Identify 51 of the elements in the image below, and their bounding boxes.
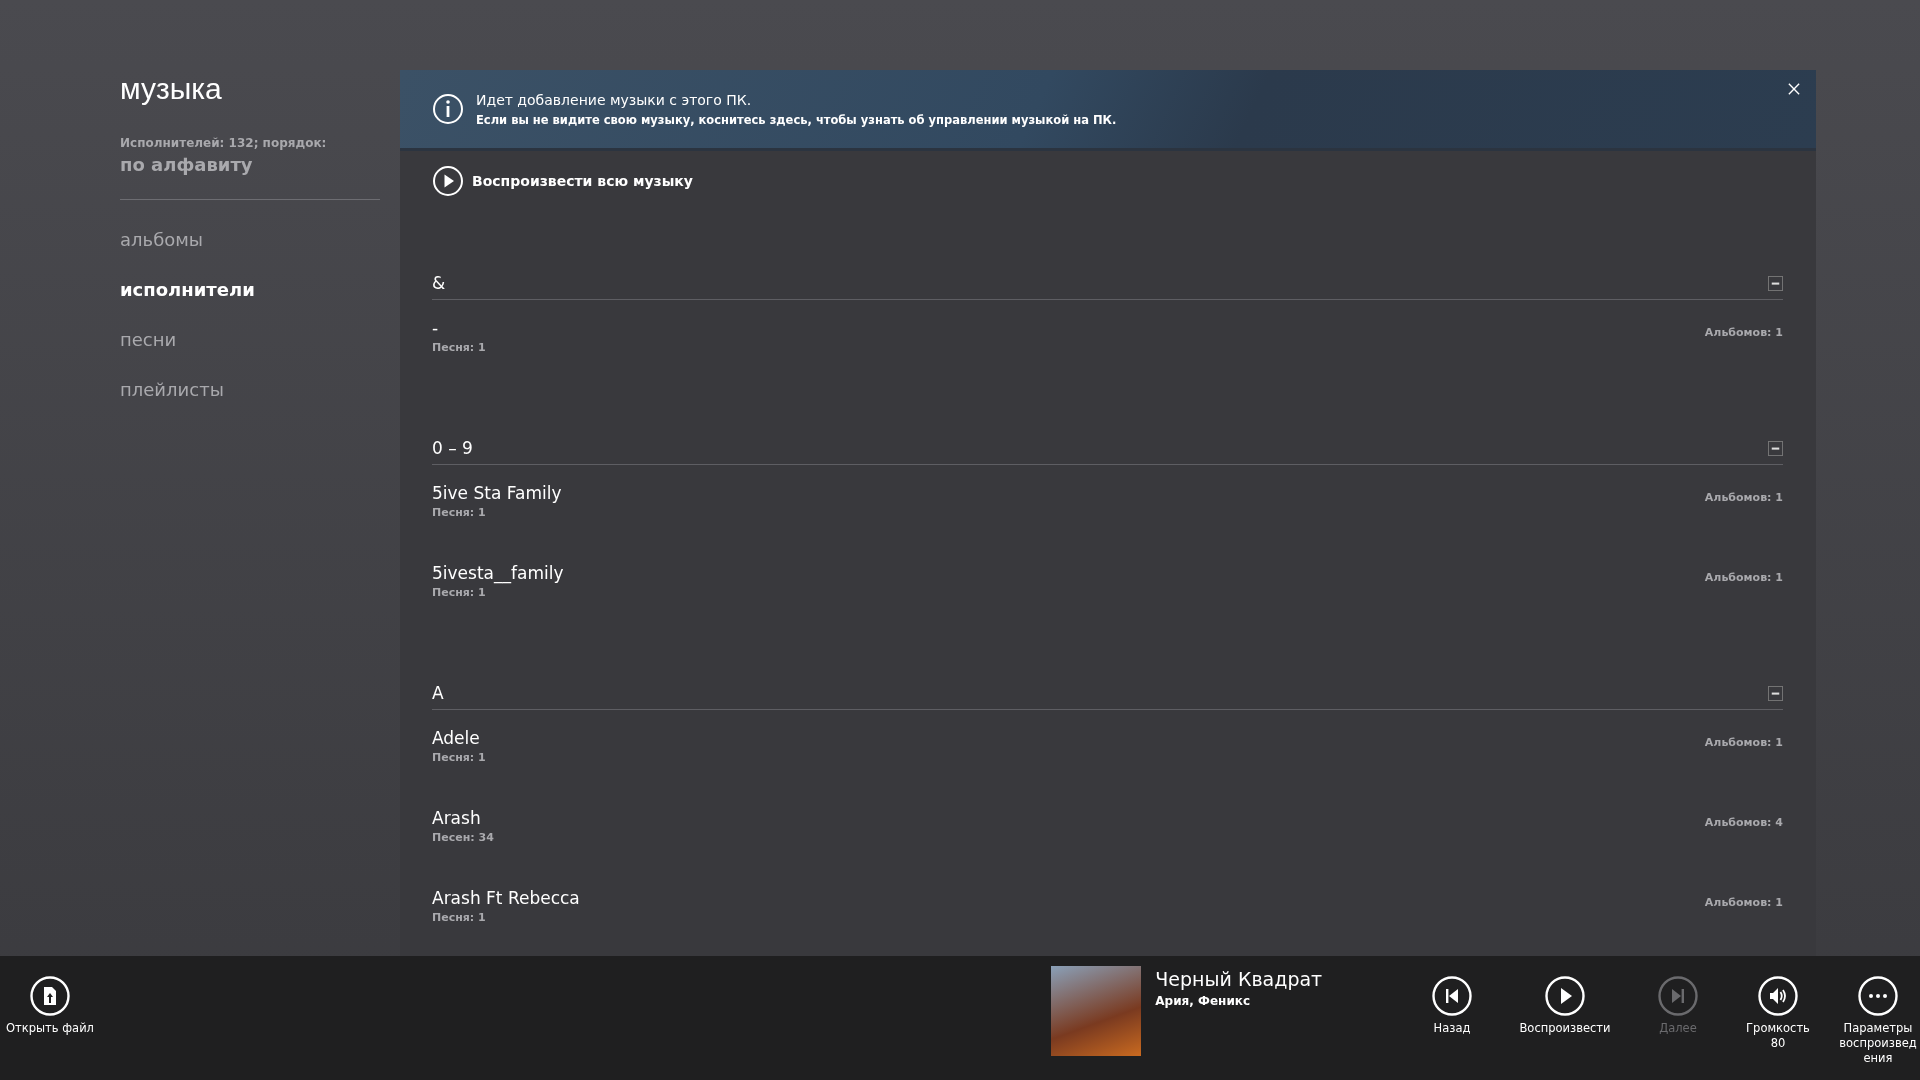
volume-button[interactable]: Громкость 80 bbox=[1736, 976, 1820, 1066]
page-title: музыка bbox=[120, 72, 223, 106]
banner-title: Идет добавление музыки с этого ПК. bbox=[476, 91, 753, 108]
volume-icon bbox=[1758, 976, 1798, 1016]
artist-name[interactable]: 5ivesta__family bbox=[432, 563, 564, 583]
nav-item[interactable]: песни bbox=[120, 320, 400, 370]
file-icon bbox=[30, 976, 70, 1016]
previous-icon bbox=[1432, 976, 1472, 1016]
play-all-button[interactable]: Воспроизвести всю музыку bbox=[432, 165, 693, 197]
song-count: Песня: 1 bbox=[432, 911, 487, 924]
group-header[interactable]: & bbox=[432, 273, 446, 293]
album-count: Альбомов: 4 bbox=[1704, 816, 1783, 831]
artist-name[interactable]: 5ive Sta Family bbox=[432, 483, 562, 503]
banner-message: Если вы не видите свою музыку, коснитесь здесь, чтобы узнать об управлении музыкой на ПК. bbox=[476, 112, 1117, 127]
artist-name[interactable]: Adele bbox=[432, 728, 486, 748]
collapse-icon[interactable] bbox=[1768, 440, 1783, 456]
play-icon bbox=[432, 165, 464, 197]
song-count: Песня: 1 bbox=[432, 506, 487, 519]
artist-name[interactable]: - bbox=[432, 318, 486, 338]
nav-item[interactable]: альбомы bbox=[120, 220, 400, 270]
more-button[interactable]: Параметры воспроизведения bbox=[1836, 976, 1920, 1066]
sort-order-link[interactable]: по алфавиту bbox=[120, 154, 400, 175]
next-icon bbox=[1658, 976, 1698, 1016]
artist-count: Исполнителей: 132; порядок: bbox=[120, 136, 328, 150]
collapse-icon[interactable] bbox=[1768, 685, 1783, 701]
play-icon bbox=[1545, 976, 1585, 1016]
group-header[interactable]: A bbox=[432, 683, 444, 703]
song-count: Песня: 1 bbox=[432, 586, 487, 599]
previous-button[interactable]: Назад bbox=[1410, 976, 1494, 1066]
track-title: Черный Квадрат bbox=[1155, 968, 1323, 990]
close-icon[interactable] bbox=[1788, 83, 1800, 95]
album-count: Альбомов: 1 bbox=[1704, 326, 1783, 341]
album-count: Альбомов: 1 bbox=[1704, 896, 1783, 911]
play-button[interactable]: Воспроизвести bbox=[1510, 976, 1620, 1066]
nav-item[interactable]: плейлисты bbox=[120, 370, 400, 420]
album-count: Альбомов: 1 bbox=[1704, 736, 1783, 751]
artist-name[interactable]: Arash bbox=[432, 808, 494, 828]
group-header[interactable]: 0 – 9 bbox=[432, 438, 473, 458]
open-file-button[interactable]: Открыть файл bbox=[8, 976, 92, 1036]
artist-name[interactable]: Arash Ft Rebecca bbox=[432, 888, 580, 908]
song-count: Песен: 34 bbox=[432, 831, 494, 844]
album-count: Альбомов: 1 bbox=[1704, 571, 1783, 586]
collapse-icon[interactable] bbox=[1768, 275, 1783, 291]
song-count: Песня: 1 bbox=[432, 751, 486, 764]
info-banner[interactable]: Идет добавление музыки с этого ПК. Если вы не видите свою музыку, коснитесь здесь, чтобы узнать об управлении музыкой на ПК. bbox=[400, 70, 1816, 151]
album-count: Альбомов: 1 bbox=[1704, 491, 1783, 506]
more-icon bbox=[1858, 976, 1898, 1016]
nav-item[interactable]: исполнители bbox=[120, 270, 400, 320]
info-icon bbox=[432, 93, 464, 125]
track-artist: Ария, Феникс bbox=[1155, 994, 1252, 1008]
song-count: Песня: 1 bbox=[432, 341, 486, 354]
